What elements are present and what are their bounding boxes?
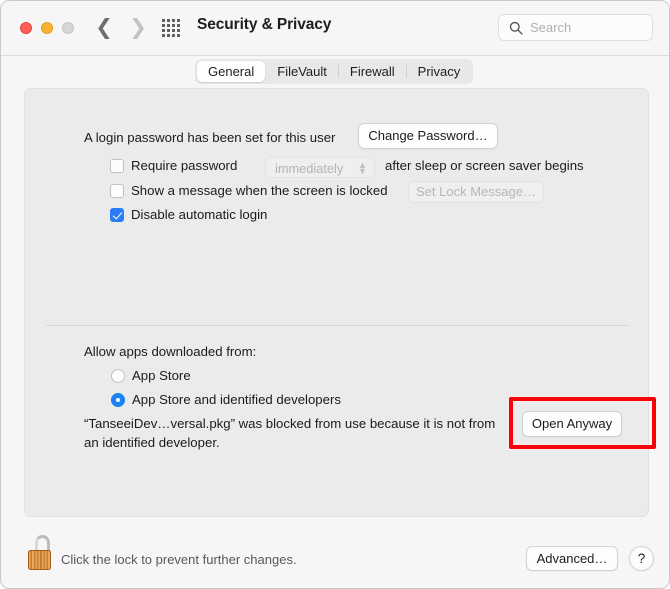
- section-divider: [46, 325, 630, 326]
- disable-automatic-login-label: Disable automatic login: [131, 207, 268, 222]
- require-password-suffix-label: after sleep or screen saver begins: [385, 158, 584, 173]
- tab-firewall[interactable]: Firewall: [339, 61, 406, 82]
- chevron-left-icon[interactable]: ❮: [93, 15, 115, 41]
- help-button[interactable]: ?: [629, 546, 654, 571]
- radio-app-store-label: App Store: [132, 368, 191, 383]
- require-password-label: Require password: [131, 158, 238, 173]
- advanced-button[interactable]: Advanced…: [526, 546, 618, 571]
- set-lock-message-button: Set Lock Message…: [408, 181, 544, 203]
- search-input[interactable]: Search: [498, 14, 653, 41]
- close-button[interactable]: [20, 22, 32, 34]
- change-password-button[interactable]: Change Password…: [358, 123, 498, 149]
- show-lock-message-checkbox[interactable]: [110, 184, 124, 198]
- tab-privacy[interactable]: Privacy: [407, 61, 472, 82]
- tab-general[interactable]: General: [197, 61, 266, 82]
- security-privacy-window: ❮ ❯ Security & Privacy Search General Fi…: [0, 0, 670, 589]
- open-anyway-button[interactable]: Open Anyway: [522, 411, 622, 437]
- radio-app-store-and-identified-developers-label: App Store and identified developers: [132, 392, 341, 407]
- radio-app-store[interactable]: [111, 369, 125, 383]
- open-padlock-icon[interactable]: [25, 534, 56, 571]
- search-placeholder: Search: [530, 20, 572, 35]
- tab-bar: General FileVault Firewall Privacy: [1, 56, 669, 89]
- chevron-up-down-icon: ▲ ▼: [358, 160, 367, 176]
- tab-group: General FileVault Firewall Privacy: [195, 59, 474, 84]
- padlock-body: [28, 550, 51, 570]
- minimize-button[interactable]: [41, 22, 53, 34]
- tab-filevault[interactable]: FileVault: [266, 61, 338, 82]
- login-password-status-label: A login password has been set for this u…: [84, 130, 336, 145]
- zoom-button: [62, 22, 74, 34]
- window-titlebar: ❮ ❯ Security & Privacy Search: [1, 1, 669, 56]
- radio-app-store-and-identified-developers[interactable]: [111, 393, 125, 407]
- blocked-app-message-line1: “TanseeiDev…versal.pkg” was blocked from…: [84, 416, 496, 431]
- chevron-right-icon: ❯: [129, 16, 147, 39]
- require-password-checkbox[interactable]: [110, 159, 124, 173]
- show-lock-message-label: Show a message when the screen is locked: [131, 183, 388, 198]
- page-title: Security & Privacy: [197, 16, 332, 33]
- general-settings-panel: A login password has been set for this u…: [24, 88, 649, 517]
- disable-automatic-login-checkbox[interactable]: [110, 208, 124, 222]
- search-icon: [509, 21, 523, 35]
- grid-of-dots-icon[interactable]: [162, 19, 181, 38]
- lock-hint-label: Click the lock to prevent further change…: [61, 552, 297, 567]
- allow-apps-heading: Allow apps downloaded from:: [84, 344, 257, 359]
- require-password-delay-popup: immediately ▲ ▼: [265, 157, 375, 178]
- blocked-app-message-line2: an identified developer.: [84, 435, 220, 450]
- require-password-delay-value: immediately: [275, 161, 344, 176]
